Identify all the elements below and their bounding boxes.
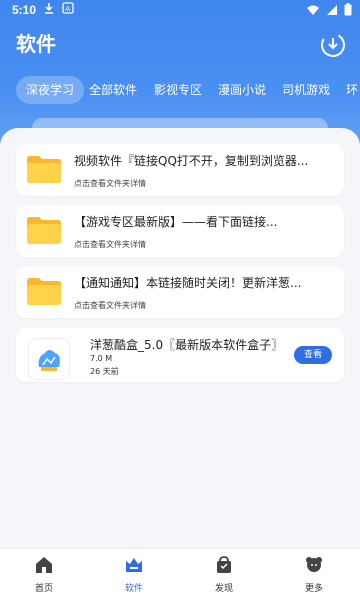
svg-text:A: A (65, 5, 70, 13)
tab-3[interactable]: 漫画小说 (218, 76, 266, 104)
app-logo (28, 338, 70, 380)
bottom-nav: 首页 软件 发现 更多 (0, 548, 360, 601)
folder-subtitle: 点击查看文件夹详情 (74, 240, 146, 249)
nav-label: 更多 (304, 584, 323, 594)
tab-4[interactable]: 司机游戏 (282, 76, 330, 104)
more-icon (306, 557, 322, 572)
battery-icon (344, 3, 352, 16)
folder-card[interactable]: 【通知通知】本链接随时关闭！更新洋葱... 点击查看文件夹详情 (16, 266, 344, 318)
tab-0[interactable]: 深夜学习 (16, 76, 85, 104)
nav-label: 软件 (124, 584, 143, 594)
folder-title: 【通知通知】本链接随时关闭！更新洋葱... (74, 276, 302, 290)
nav-discover[interactable]: 发现 (194, 555, 254, 594)
app-size: 7.0 M (90, 354, 113, 363)
home-icon (36, 557, 52, 573)
folder-icon (27, 217, 61, 244)
nav-label: 发现 (214, 584, 233, 594)
folder-icon (27, 278, 61, 305)
download-button[interactable] (320, 32, 346, 58)
nav-software[interactable]: 软件 (104, 555, 164, 594)
tab-5[interactable]: 环 (346, 76, 358, 104)
tab-2[interactable]: 影视专区 (154, 76, 202, 104)
discover-icon (217, 556, 231, 573)
category-tabs: 深夜学习 全部软件 影视专区 漫画小说 司机游戏 环 (0, 76, 360, 106)
wifi-icon (307, 5, 319, 15)
folder-card[interactable]: 视频软件『链接QQ打不开，复制到浏览器... 点击查看文件夹详情 (16, 144, 344, 196)
download-icon (321, 33, 345, 57)
app-title: 洋葱酷盒_5.0〖最新版本软件盒子〗 (90, 338, 284, 352)
folder-title: 视频软件『链接QQ打不开，复制到浏览器... (74, 154, 309, 168)
folder-subtitle: 点击查看文件夹详情 (74, 301, 146, 310)
app-logo-icon (38, 350, 60, 371)
notification-a-icon: A (62, 2, 74, 14)
signal-icon (327, 4, 337, 15)
view-button[interactable]: 查看 (294, 346, 332, 364)
status-time: 5:10 (12, 3, 37, 17)
folder-icon (27, 156, 61, 183)
tab-1[interactable]: 全部软件 (89, 76, 137, 104)
nav-label: 首页 (34, 584, 53, 594)
software-icon (126, 558, 142, 572)
status-bar: 5:10 A (0, 0, 360, 20)
nav-more[interactable]: 更多 (284, 555, 344, 594)
page-title: 软件 (16, 32, 56, 56)
download-status-icon (45, 3, 53, 14)
nav-home[interactable]: 首页 (14, 555, 74, 594)
app-updated-time: 26 天前 (90, 367, 119, 376)
folder-title: 【游戏专区最新版】——看下面链接... (74, 215, 278, 229)
folder-card[interactable]: 【游戏专区最新版】——看下面链接... 点击查看文件夹详情 (16, 205, 344, 257)
app-card[interactable]: 洋葱酷盒_5.0〖最新版本软件盒子〗 7.0 M 26 天前 查看 (16, 328, 344, 382)
folder-subtitle: 点击查看文件夹详情 (74, 179, 146, 188)
